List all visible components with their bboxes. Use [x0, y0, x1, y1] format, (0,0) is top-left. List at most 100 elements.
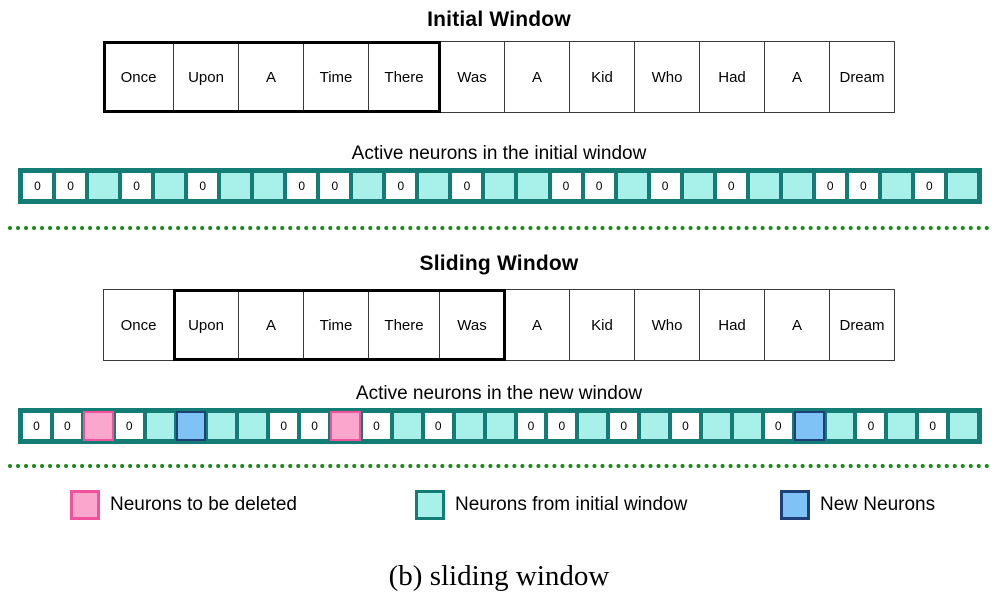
initial-neuron-cell[interactable]: 0 [846, 171, 880, 201]
initial-window-token-cell[interactable]: A [764, 41, 830, 113]
initial-neuron-cell[interactable] [417, 171, 451, 201]
sliding-neuron-cell[interactable]: 0 [268, 411, 300, 441]
sliding-neuron-cell[interactable] [391, 411, 423, 441]
sliding-window-token-cell[interactable]: There [368, 289, 440, 361]
initial-neuron-cell[interactable]: 0 [582, 171, 616, 201]
initial-window-token-cell[interactable]: Dream [829, 41, 895, 113]
separator-line-2 [8, 464, 990, 468]
sliding-window-token-cell[interactable]: Had [699, 289, 765, 361]
initial-neuron-cell[interactable]: 0 [648, 171, 682, 201]
sliding-neuron-cell[interactable] [453, 411, 485, 441]
sliding-window-token-cell[interactable]: Dream [829, 289, 895, 361]
sliding-neuron-cell[interactable]: 0 [51, 411, 83, 441]
initial-neuron-cell[interactable] [351, 171, 385, 201]
initial-neuron-cell-value: 0 [133, 179, 140, 193]
sliding-neuron-cell[interactable] [175, 411, 207, 441]
sliding-neuron-cell[interactable]: 0 [360, 411, 392, 441]
sliding-neuron-cell[interactable]: 0 [855, 411, 887, 441]
sliding-neuron-cell-value: 0 [33, 419, 40, 433]
initial-window-token-cell[interactable]: Kid [569, 41, 635, 113]
initial-neuron-cell[interactable]: 0 [384, 171, 418, 201]
sliding-neuron-cell[interactable] [330, 411, 361, 441]
sliding-window-token-cell[interactable]: A [504, 289, 570, 361]
initial-window-token-label: Kid [591, 68, 613, 86]
sliding-window-token-label: Once [120, 316, 157, 334]
sliding-window-token-cell[interactable]: Who [634, 289, 700, 361]
initial-neuron-cell[interactable]: 0 [285, 171, 319, 201]
sliding-neuron-cell[interactable]: 0 [422, 411, 454, 441]
initial-neuron-cell[interactable]: 0 [450, 171, 484, 201]
sliding-neuron-cell[interactable] [824, 411, 856, 441]
initial-neuron-cell[interactable] [516, 171, 550, 201]
initial-neuron-cell[interactable]: 0 [714, 171, 748, 201]
sliding-neuron-cell[interactable] [577, 411, 609, 441]
initial-window-token-cell[interactable]: Once [103, 41, 174, 113]
sliding-neuron-cell[interactable] [948, 411, 980, 441]
initial-window-token-label: Upon [188, 68, 224, 86]
sliding-neuron-cell[interactable]: 0 [21, 411, 52, 441]
initial-window-token-cell[interactable]: Upon [173, 41, 239, 113]
initial-window-token-cell[interactable]: A [504, 41, 570, 113]
sliding-neuron-cell[interactable]: 0 [608, 411, 640, 441]
sliding-window-token-cell[interactable]: Upon [173, 289, 239, 361]
initial-neuron-cell[interactable]: 0 [318, 171, 352, 201]
initial-neuron-cell[interactable]: 0 [813, 171, 847, 201]
sliding-window-token-cell[interactable]: Once [103, 289, 174, 361]
initial-neuron-cell[interactable]: 0 [186, 171, 220, 201]
sliding-neuron-cell[interactable]: 0 [299, 411, 331, 441]
sliding-neuron-cell[interactable]: 0 [762, 411, 794, 441]
sliding-neuron-cell[interactable] [206, 411, 238, 441]
legend-item-label: Neurons to be deleted [110, 494, 297, 515]
initial-neuron-cell[interactable]: 0 [912, 171, 946, 201]
initial-neuron-cell[interactable]: 0 [549, 171, 583, 201]
sliding-window-token-label: A [531, 316, 542, 334]
initial-neuron-cell[interactable] [87, 171, 121, 201]
initial-neuron-cell[interactable] [153, 171, 187, 201]
legend-item-label: Neurons from initial window [455, 494, 688, 515]
sliding-neuron-cell[interactable] [144, 411, 176, 441]
sliding-window-token-cell[interactable]: A [238, 289, 304, 361]
initial-neuron-cell[interactable] [681, 171, 715, 201]
sliding-neuron-cell[interactable]: 0 [515, 411, 547, 441]
initial-window-token-cell[interactable]: Was [439, 41, 505, 113]
initial-neuron-cell[interactable] [483, 171, 517, 201]
initial-neuron-cell[interactable] [615, 171, 649, 201]
sliding-neuron-cell[interactable] [82, 411, 114, 441]
initial-neuron-cell[interactable]: 0 [120, 171, 154, 201]
sliding-neuron-cell[interactable]: 0 [546, 411, 578, 441]
sliding-neuron-cell[interactable] [793, 411, 825, 441]
sliding-neuron-cell[interactable] [700, 411, 732, 441]
sliding-neuron-cell[interactable] [237, 411, 269, 441]
sliding-neuron-cell[interactable]: 0 [113, 411, 145, 441]
sliding-window-token-label: Dream [839, 316, 885, 334]
sliding-window-token-cell[interactable]: Was [439, 289, 505, 361]
initial-neuron-cell[interactable] [252, 171, 286, 201]
initial-window-token-cell[interactable]: Had [699, 41, 765, 113]
sliding-window-token-cell[interactable]: Time [303, 289, 369, 361]
initial-neuron-cell[interactable] [747, 171, 781, 201]
initial-neuron-cell[interactable]: 0 [21, 171, 55, 201]
sliding-neuron-cell[interactable]: 0 [670, 411, 701, 441]
initial-neuron-cell-value: 0 [595, 179, 603, 193]
sliding-neuron-cell[interactable] [484, 411, 516, 441]
sliding-neuron-cell-value: 0 [867, 419, 875, 433]
sliding-window-token-cell[interactable]: A [764, 289, 830, 361]
sliding-neuron-cell[interactable]: 0 [917, 411, 949, 441]
initial-neuron-cell[interactable] [219, 171, 253, 201]
sliding-neuron-cell[interactable] [639, 411, 671, 441]
initial-window-token-cell[interactable]: There [368, 41, 440, 113]
sliding-neuron-cell-value: 0 [527, 419, 535, 433]
initial-window-token-cell[interactable]: A [238, 41, 304, 113]
initial-neuron-cell[interactable] [945, 171, 979, 201]
initial-neuron-cell[interactable]: 0 [54, 171, 88, 201]
initial-window-token-label: Who [651, 68, 683, 86]
initial-neuron-cell-value: 0 [562, 179, 570, 193]
initial-window-token-cell[interactable]: Time [303, 41, 369, 113]
sliding-neuron-cell[interactable] [886, 411, 918, 441]
sliding-neuron-cell[interactable] [731, 411, 763, 441]
initial-neuron-cell[interactable] [780, 171, 814, 201]
sliding-window-token-cell[interactable]: Kid [569, 289, 635, 361]
initial-window-token-cell[interactable]: Who [634, 41, 700, 113]
initial-neuron-cell[interactable] [879, 171, 913, 201]
sliding-neuron-cell-value: 0 [434, 419, 442, 433]
